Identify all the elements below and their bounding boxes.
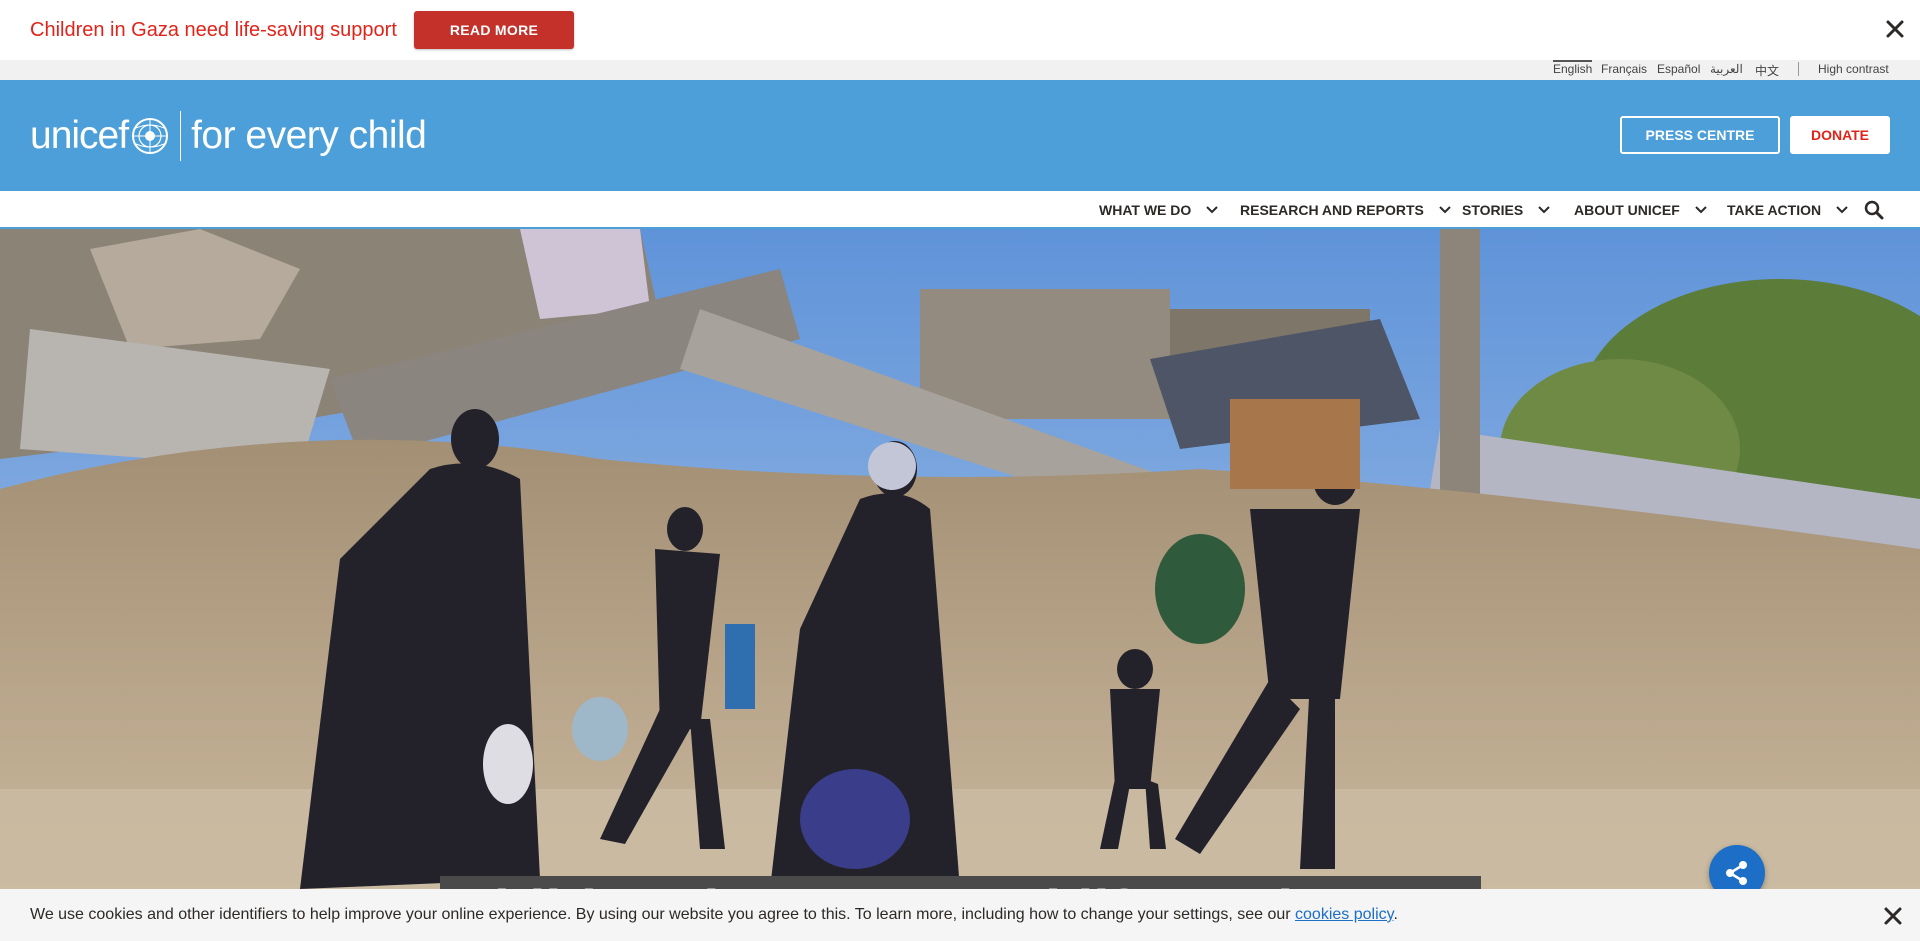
donate-button[interactable]: DONATE — [1790, 116, 1890, 154]
cookie-banner: We use cookies and other identifiers to … — [0, 889, 1920, 941]
main-navigation: WHAT WE DO RESEARCH AND REPORTS STORIES … — [0, 191, 1920, 229]
alert-banner: Children in Gaza need life-saving suppor… — [0, 0, 1920, 60]
nav-item-take-action[interactable]: TAKE ACTION — [1727, 202, 1849, 218]
language-french[interactable]: Français — [1601, 62, 1647, 76]
chevron-down-icon — [1206, 206, 1218, 214]
chevron-down-icon — [1695, 206, 1707, 214]
nav-item-research-and-reports[interactable]: RESEARCH AND REPORTS — [1240, 202, 1452, 218]
alert-text: Children in Gaza need life-saving suppor… — [30, 19, 397, 41]
language-english[interactable]: English — [1553, 60, 1593, 76]
hero-title: Children in Gaza need life-saving suppor… — [452, 878, 1481, 889]
chevron-down-icon — [1439, 206, 1451, 214]
nav-item-label: TAKE ACTION — [1727, 202, 1822, 218]
hero-title-box: Children in Gaza need life-saving suppor… — [440, 876, 1481, 889]
cookie-message: We use cookies and other identifiers to … — [30, 906, 1398, 924]
language-spanish[interactable]: Español — [1657, 62, 1700, 76]
cookies-policy-link[interactable]: cookies policy — [1295, 906, 1393, 923]
site-header: unicef for every child PRESS CENTRE DONA… — [0, 80, 1920, 191]
nav-item-label: WHAT WE DO — [1099, 202, 1192, 218]
nav-item-stories[interactable]: STORIES — [1462, 202, 1551, 218]
nav-item-label: ABOUT UNICEF — [1574, 202, 1680, 218]
chevron-down-icon — [1836, 206, 1848, 214]
unicef-logo[interactable]: unicef for every child — [30, 110, 427, 162]
high-contrast-toggle[interactable]: High contrast — [1818, 62, 1889, 76]
un-globe-icon — [132, 118, 169, 154]
logo-wordmark: unicef — [30, 114, 129, 157]
utility-bar: English Français Español العربية 中文 High… — [0, 60, 1920, 80]
chevron-down-icon — [1538, 206, 1550, 214]
logo-tagline: for every child — [191, 114, 427, 157]
language-arabic[interactable]: العربية — [1710, 62, 1743, 76]
divider — [1798, 62, 1799, 76]
nav-item-label: STORIES — [1462, 202, 1524, 218]
share-icon — [1726, 861, 1747, 885]
alert-close-icon[interactable] — [1880, 14, 1910, 44]
logo-divider — [180, 111, 182, 161]
cookie-close-icon[interactable] — [1880, 903, 1906, 929]
cookie-text: We use cookies and other identifiers to … — [30, 906, 1296, 923]
nav-item-what-we-do[interactable]: WHAT WE DO — [1099, 202, 1219, 218]
hero-image — [0, 229, 1920, 889]
press-centre-button[interactable]: PRESS CENTRE — [1620, 116, 1780, 154]
language-chinese[interactable]: 中文 — [1755, 62, 1779, 79]
hero-banner: Children in Gaza need life-saving suppor… — [0, 229, 1920, 889]
read-more-button[interactable]: READ MORE — [414, 11, 574, 49]
search-icon[interactable] — [1864, 200, 1884, 220]
nav-item-about-unicef[interactable]: ABOUT UNICEF — [1574, 202, 1708, 218]
cookie-text-end: . — [1393, 906, 1398, 923]
nav-item-label: RESEARCH AND REPORTS — [1240, 202, 1424, 218]
